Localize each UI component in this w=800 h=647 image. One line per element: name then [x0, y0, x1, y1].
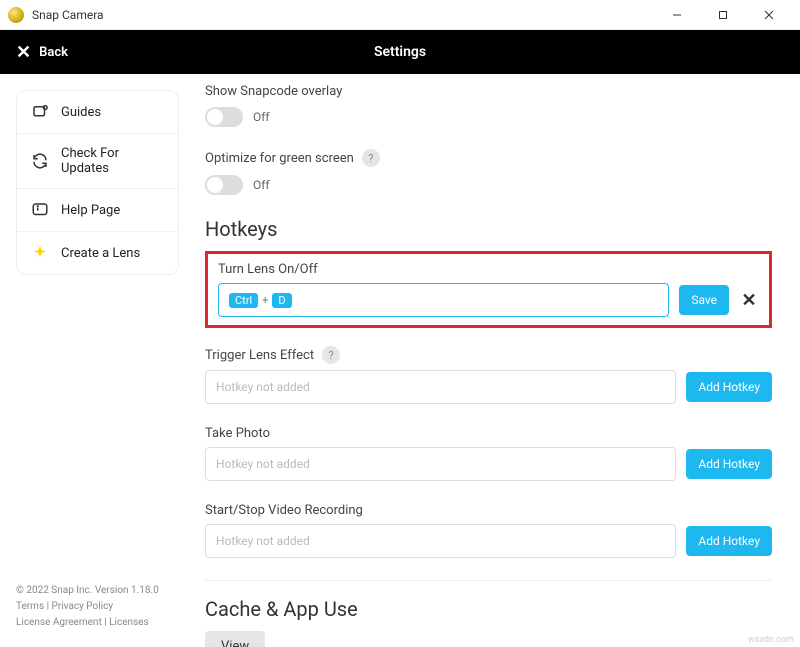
take-photo-label: Take Photo	[205, 426, 772, 441]
maximize-button[interactable]	[700, 0, 746, 30]
window-titlebar: Snap Camera	[0, 0, 800, 30]
window-controls	[654, 0, 792, 30]
sidebar-item-label: Guides	[61, 105, 101, 120]
trigger-lens-input[interactable]: Hotkey not added	[205, 370, 676, 404]
app-icon	[8, 7, 24, 23]
copyright-text: © 2022 Snap Inc. Version 1.18.0	[16, 583, 179, 599]
sidebar-item-guides[interactable]: Guides	[17, 91, 178, 134]
plus-separator: +	[262, 294, 268, 307]
snapcode-overlay-toggle[interactable]	[205, 107, 243, 127]
divider	[205, 580, 772, 581]
close-window-button[interactable]	[746, 0, 792, 30]
help-tooltip-icon[interactable]: ?	[322, 346, 340, 364]
back-button[interactable]: ✕ Back	[16, 42, 68, 63]
snapcode-overlay-label: Show Snapcode overlay	[205, 84, 772, 99]
record-block: Start/Stop Video Recording Hotkey not ad…	[205, 503, 772, 558]
add-hotkey-button[interactable]: Add Hotkey	[686, 372, 772, 402]
sidebar-item-label: Help Page	[61, 203, 120, 218]
help-icon	[31, 201, 49, 219]
back-label: Back	[39, 45, 68, 60]
page-title: Settings	[374, 44, 426, 60]
sidebar-menu: Guides Check For Updates Help Page Creat…	[16, 90, 179, 275]
privacy-link[interactable]: Privacy Policy	[52, 601, 114, 612]
watermark: wsxdn.com	[748, 635, 794, 645]
footer: © 2022 Snap Inc. Version 1.18.0 Terms | …	[16, 583, 179, 631]
sidebar-item-label: Check For Updates	[61, 146, 164, 176]
page-header: ✕ Back Settings	[0, 30, 800, 74]
guides-icon	[31, 103, 49, 121]
license-link[interactable]: License Agreement	[16, 617, 102, 628]
main-panel: Show Snapcode overlay Off Optimize for g…	[195, 74, 800, 647]
sidebar: Guides Check For Updates Help Page Creat…	[0, 74, 195, 647]
turn-lens-hotkey-input[interactable]: Ctrl + D	[218, 283, 669, 317]
take-photo-block: Take Photo Hotkey not added Add Hotkey	[205, 426, 772, 481]
licenses-link[interactable]: Licenses	[109, 617, 149, 628]
greenscreen-label: Optimize for green screen ?	[205, 149, 772, 167]
record-input[interactable]: Hotkey not added	[205, 524, 676, 558]
hotkeys-heading: Hotkeys	[205, 217, 772, 241]
trigger-lens-label: Trigger Lens Effect	[205, 348, 314, 363]
key-chip-d: D	[272, 293, 291, 308]
save-button[interactable]: Save	[679, 285, 729, 315]
app-title: Snap Camera	[32, 8, 654, 22]
greenscreen-state: Off	[253, 178, 270, 192]
close-icon: ✕	[16, 42, 31, 63]
sidebar-item-help[interactable]: Help Page	[17, 189, 178, 232]
record-label: Start/Stop Video Recording	[205, 503, 772, 518]
terms-link[interactable]: Terms	[16, 601, 44, 612]
snapcode-overlay-state: Off	[253, 110, 270, 124]
trigger-lens-block: Trigger Lens Effect? Hotkey not added Ad…	[205, 346, 772, 404]
sidebar-item-label: Create a Lens	[61, 246, 140, 261]
add-hotkey-button[interactable]: Add Hotkey	[686, 526, 772, 556]
sidebar-item-create-lens[interactable]: Create a Lens	[17, 232, 178, 274]
cancel-hotkey-button[interactable]: ✕	[739, 290, 759, 311]
key-chip-ctrl: Ctrl	[229, 293, 258, 308]
cache-heading: Cache & App Use	[205, 597, 772, 621]
take-photo-input[interactable]: Hotkey not added	[205, 447, 676, 481]
minimize-button[interactable]	[654, 0, 700, 30]
greenscreen-toggle[interactable]	[205, 175, 243, 195]
turn-lens-hotkey-block: Turn Lens On/Off Ctrl + D Save ✕	[205, 251, 772, 328]
view-cache-button[interactable]: View	[205, 631, 265, 647]
help-tooltip-icon[interactable]: ?	[362, 149, 380, 167]
turn-lens-label: Turn Lens On/Off	[218, 262, 759, 277]
sidebar-item-updates[interactable]: Check For Updates	[17, 134, 178, 189]
sparkle-icon	[31, 244, 49, 262]
add-hotkey-button[interactable]: Add Hotkey	[686, 449, 772, 479]
refresh-icon	[31, 152, 49, 170]
